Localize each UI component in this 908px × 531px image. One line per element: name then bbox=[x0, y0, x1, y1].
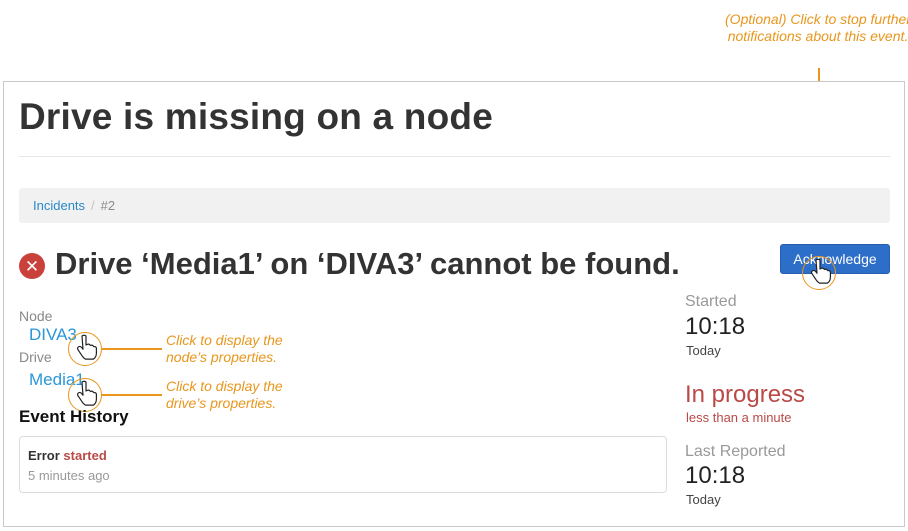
status-text: In progress bbox=[685, 381, 806, 408]
drive-callout-line bbox=[102, 394, 162, 396]
drive-label: Drive bbox=[19, 349, 52, 365]
status-duration: less than a minute bbox=[686, 410, 792, 425]
error-circle-icon: ✕ bbox=[19, 253, 45, 279]
pointer-hand-icon bbox=[76, 334, 97, 360]
pointer-hand-icon bbox=[76, 380, 97, 406]
history-entry-action: started bbox=[63, 448, 107, 463]
node-annotation: Click to display the node’s properties. bbox=[166, 332, 283, 365]
started-day: Today bbox=[686, 343, 721, 358]
breadcrumb-current: #2 bbox=[100, 198, 116, 213]
breadcrumb: Incidents / #2 bbox=[19, 188, 890, 223]
breadcrumb-incidents-link[interactable]: Incidents bbox=[33, 198, 85, 213]
last-reported-time: 10:18 bbox=[685, 462, 746, 489]
started-label: Started bbox=[685, 293, 737, 310]
node-label: Node bbox=[19, 308, 53, 324]
incident-headline: Drive ‘Media1’ on ‘DIVA3’ cannot be foun… bbox=[55, 246, 680, 281]
history-entry-kind: Error bbox=[28, 448, 60, 463]
drive-annotation: Click to display the drive’s properties. bbox=[166, 378, 283, 411]
event-history-title: Event History bbox=[19, 407, 129, 426]
history-entry-time: 5 minutes ago bbox=[28, 468, 110, 483]
breadcrumb-separator: / bbox=[91, 198, 95, 213]
last-reported-label: Last Reported bbox=[685, 443, 786, 460]
page-title: Drive is missing on a node bbox=[19, 96, 493, 137]
last-reported-day: Today bbox=[686, 492, 721, 507]
pointer-hand-icon bbox=[810, 258, 831, 284]
node-callout-line bbox=[102, 348, 162, 350]
history-entry: Error started bbox=[28, 448, 107, 463]
acknowledge-annotation: (Optional) Click to stop further notific… bbox=[725, 11, 908, 44]
title-divider bbox=[19, 156, 890, 157]
started-time: 10:18 bbox=[685, 313, 746, 340]
event-history-list: Error started 5 minutes ago bbox=[19, 436, 667, 493]
